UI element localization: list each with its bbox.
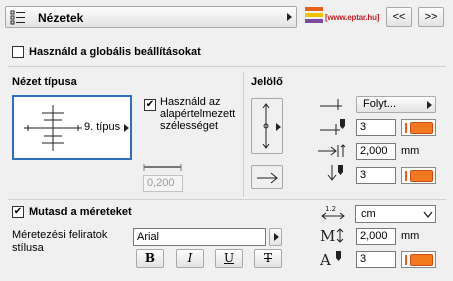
section-marker-icon [24,105,82,151]
svg-text:M: M [320,227,335,244]
unit-select-value: cm [361,208,376,220]
panel-expand-icon [287,13,292,21]
marker-heading: Jelölő [251,76,283,88]
font-picker-arrow-icon [274,233,279,241]
text-size-icon: M [320,227,344,244]
marker-pen-input[interactable]: 3 [356,119,396,136]
marker-text-pen-color[interactable] [401,167,436,184]
show-dimensions-label: Mutasd a méreteket [29,206,132,218]
italic-button[interactable]: I [176,249,204,268]
global-settings-checkbox[interactable]: Használd a globális beállításokat [12,46,201,58]
text-size-unit: mm [401,230,420,242]
settings-panel-icon [10,10,26,25]
text-size-input[interactable]: 2,000 [356,228,396,245]
svg-text:1.2: 1.2 [325,205,336,213]
arrow-head-icon [257,172,278,184]
line-type-icon [320,99,342,110]
marker-size-input[interactable]: 2,000 [356,143,396,160]
next-button-label: >> [424,11,438,23]
view-type-selector[interactable]: 9. típus [12,95,132,160]
prev-button[interactable]: << [386,7,412,27]
marker-size-unit: mm [401,145,420,157]
text-pen-color[interactable] [401,251,436,268]
bold-button[interactable]: B [136,249,164,268]
dimension-font-label-line1: Méretezési feliratok [12,229,108,241]
bold-button-label: B [144,251,156,265]
dimension-font-label: Méretezési feliratok stílusa [12,229,107,255]
logo-stripes-icon [305,7,323,27]
default-width-box[interactable]: ✔ [144,99,156,111]
unit-select[interactable]: cm [355,205,436,223]
view-type-heading: Nézet típusa [12,76,77,88]
marker-direction-button[interactable] [251,98,283,154]
dimension-font-label-line2: stílusa [12,242,44,254]
view-type-label: 9. típus [84,121,121,133]
divider [8,66,446,67]
underline-button[interactable]: U [215,249,243,268]
line-type-arrow-icon [427,101,432,109]
marker-direction-arrow-icon [276,123,281,131]
strikethrough-button[interactable]: T [254,249,282,268]
panel-header[interactable]: Nézetek [5,6,297,28]
underline-button-label: U [223,251,235,265]
next-button[interactable]: >> [418,7,444,27]
marker-size-icon [318,144,346,157]
italic-button-label: I [187,251,193,265]
text-pen-icon: A [320,251,341,268]
font-picker-button[interactable] [269,228,282,246]
text-pen-input[interactable]: 3 [356,251,396,268]
brand-text: [www.eptar.hu] [325,13,380,22]
vertical-divider [243,72,244,197]
marker-pen-color[interactable] [401,119,436,136]
marker-text-pen-input[interactable]: 3 [356,167,396,184]
font-name-input[interactable]: Arial [133,228,266,246]
global-settings-label: Használd a globális beállításokat [29,46,201,58]
show-dimensions-box[interactable]: ✔ [12,206,24,218]
chevron-down-icon [423,211,433,219]
marker-pen-icon [320,119,345,135]
show-dimensions-checkbox[interactable]: ✔ Mutasd a méreteket [12,206,132,218]
dimension-unit-icon: 1.2 [321,205,345,220]
strikethrough-button-label: T [263,251,272,265]
line-width-icon [143,164,182,171]
marker-style-button[interactable] [251,165,283,189]
brand-logo: [www.eptar.hu] [305,5,380,29]
prev-button-label: << [392,11,406,23]
line-type-label: Folyt... [363,98,397,110]
default-width-label: Használd az alapértelmezett szélességet [160,96,236,132]
svg-text:A: A [320,251,331,268]
panel-title: Nézetek [38,11,84,25]
divider [8,199,446,200]
view-type-arrow-icon [124,124,129,132]
line-type-select[interactable]: Folyt... [356,96,436,113]
global-settings-box[interactable] [12,46,24,58]
line-width-input[interactable]: 0,200 [143,175,183,192]
marker-text-pen-icon [327,165,343,181]
